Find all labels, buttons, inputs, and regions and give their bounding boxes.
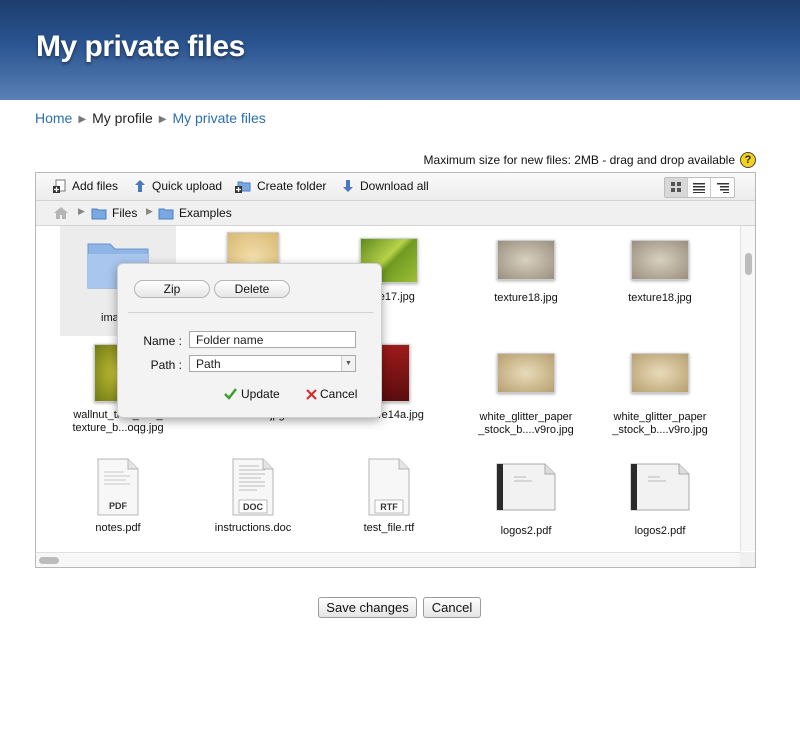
vertical-scroll-thumb[interactable] bbox=[745, 253, 752, 275]
breadcrumb-separator-icon: ▶ bbox=[158, 114, 167, 125]
popup-cancel-button[interactable]: Cancel bbox=[306, 387, 357, 401]
download-arrow-icon bbox=[341, 179, 355, 193]
file-name: white_glitter_paper _stock_b....v9ro.jpg bbox=[612, 411, 708, 436]
horizontal-scroll-thumb[interactable] bbox=[39, 557, 59, 564]
path-examples-label: Examples bbox=[179, 206, 232, 220]
close-icon bbox=[306, 388, 317, 400]
file-tile[interactable]: logos2.pdf bbox=[593, 463, 727, 538]
path-bar: ▶ Files ▶ Examples bbox=[36, 201, 755, 226]
scroll-corner bbox=[740, 552, 755, 567]
path-label: Path : bbox=[150, 358, 182, 372]
quick-upload-label: Quick upload bbox=[152, 179, 223, 193]
create-folder-button[interactable]: Create folder bbox=[235, 179, 326, 193]
image-thumbnail bbox=[631, 240, 689, 280]
add-files-label: Add files bbox=[72, 179, 119, 193]
update-button[interactable]: Update bbox=[224, 387, 280, 401]
file-name: test_file.rtf bbox=[363, 522, 415, 534]
file-name: texture18.jpg bbox=[494, 292, 558, 304]
image-thumbnail bbox=[497, 240, 555, 280]
path-select[interactable]: Path ▼ bbox=[189, 355, 356, 372]
doc-document-icon: DOC bbox=[232, 458, 274, 516]
file-tile[interactable]: DOC instructions.doc bbox=[186, 458, 320, 535]
file-tile[interactable]: white_glitter_paper _stock_b....v9ro.jpg bbox=[459, 353, 593, 437]
path-separator-icon: ▶ bbox=[78, 206, 85, 216]
home-icon[interactable] bbox=[53, 206, 69, 220]
rtf-document-icon: RTF bbox=[368, 458, 410, 516]
folder-name-input[interactable] bbox=[189, 331, 356, 348]
path-files-label: Files bbox=[112, 206, 138, 220]
save-changes-button[interactable]: Save changes bbox=[318, 597, 417, 618]
file-name: white_glitter_paper _stock_b....v9ro.jpg bbox=[478, 411, 574, 436]
path-item-examples[interactable]: Examples bbox=[158, 206, 232, 220]
folder-icon bbox=[158, 208, 174, 219]
file-tile[interactable]: white_glitter_paper _stock_b....v9ro.jpg bbox=[593, 353, 727, 437]
breadcrumb: Home ▶ My profile ▶ My private files bbox=[35, 110, 266, 126]
max-size-text: Maximum size for new files: 2MB - drag a… bbox=[423, 153, 735, 167]
pdf-preview-icon bbox=[496, 463, 556, 511]
help-icon[interactable]: ? bbox=[740, 152, 756, 168]
breadcrumb-current-link[interactable]: My private files bbox=[172, 110, 265, 126]
add-files-button[interactable]: Add files bbox=[53, 179, 118, 193]
file-tile[interactable]: texture18.jpg bbox=[593, 240, 727, 305]
path-separator-icon: ▶ bbox=[146, 206, 153, 216]
add-file-icon bbox=[53, 179, 67, 193]
file-edit-popup: Zip Delete Name : Path : Path ▼ Update C… bbox=[117, 263, 382, 418]
pdf-document-icon: PDF bbox=[97, 458, 139, 516]
page-header: My private files bbox=[0, 0, 800, 100]
tree-view-icon[interactable] bbox=[711, 178, 734, 197]
delete-button[interactable]: Delete bbox=[214, 280, 290, 298]
file-tile[interactable]: PDF notes.pdf bbox=[51, 458, 185, 535]
new-folder-icon bbox=[235, 179, 252, 193]
zip-button[interactable]: Zip bbox=[134, 280, 210, 298]
file-type-badge: RTF bbox=[380, 502, 398, 512]
folder-icon bbox=[91, 208, 107, 219]
update-label: Update bbox=[241, 387, 280, 401]
file-name: notes.pdf bbox=[95, 522, 141, 534]
chevron-down-icon: ▼ bbox=[341, 356, 355, 371]
create-folder-label: Create folder bbox=[257, 179, 327, 193]
horizontal-scrollbar[interactable] bbox=[36, 552, 741, 567]
pdf-preview-icon bbox=[630, 463, 690, 511]
icon-view-icon[interactable] bbox=[665, 178, 688, 197]
quick-upload-button[interactable]: Quick upload bbox=[133, 179, 222, 193]
page-title: My private files bbox=[36, 30, 245, 63]
list-view-icon[interactable] bbox=[688, 178, 711, 197]
download-all-button[interactable]: Download all bbox=[341, 179, 429, 193]
file-type-badge: DOC bbox=[243, 502, 264, 512]
upload-arrow-icon bbox=[133, 179, 147, 193]
breadcrumb-profile[interactable]: My profile bbox=[92, 110, 153, 126]
popup-cancel-label: Cancel bbox=[320, 387, 358, 401]
path-item-files[interactable]: Files bbox=[91, 206, 137, 220]
download-all-label: Download all bbox=[360, 179, 429, 193]
file-name: instructions.doc bbox=[214, 522, 292, 534]
file-manager-toolbar: Add files Quick upload Create folder Dow… bbox=[36, 173, 755, 201]
file-type-badge: PDF bbox=[109, 501, 128, 511]
file-name: logos2.pdf bbox=[500, 525, 552, 537]
max-size-notice: Maximum size for new files: 2MB - drag a… bbox=[424, 152, 756, 168]
image-thumbnail bbox=[631, 353, 689, 393]
vertical-scrollbar[interactable] bbox=[740, 226, 755, 551]
checkmark-icon bbox=[224, 388, 237, 400]
popup-divider bbox=[128, 312, 373, 313]
image-thumbnail bbox=[497, 353, 555, 393]
path-select-value: Path bbox=[196, 357, 221, 371]
cancel-button[interactable]: Cancel bbox=[423, 597, 481, 618]
file-tile[interactable]: texture18.jpg bbox=[459, 240, 593, 305]
name-label: Name : bbox=[143, 334, 182, 348]
file-name: logos2.pdf bbox=[634, 525, 686, 537]
file-tile[interactable]: logos2.pdf bbox=[459, 463, 593, 538]
breadcrumb-home-link[interactable]: Home bbox=[35, 110, 72, 126]
file-tile[interactable]: RTF test_file.rtf bbox=[322, 458, 456, 535]
view-switcher bbox=[664, 177, 735, 198]
breadcrumb-separator-icon: ▶ bbox=[78, 114, 87, 125]
file-name: texture18.jpg bbox=[628, 292, 692, 304]
